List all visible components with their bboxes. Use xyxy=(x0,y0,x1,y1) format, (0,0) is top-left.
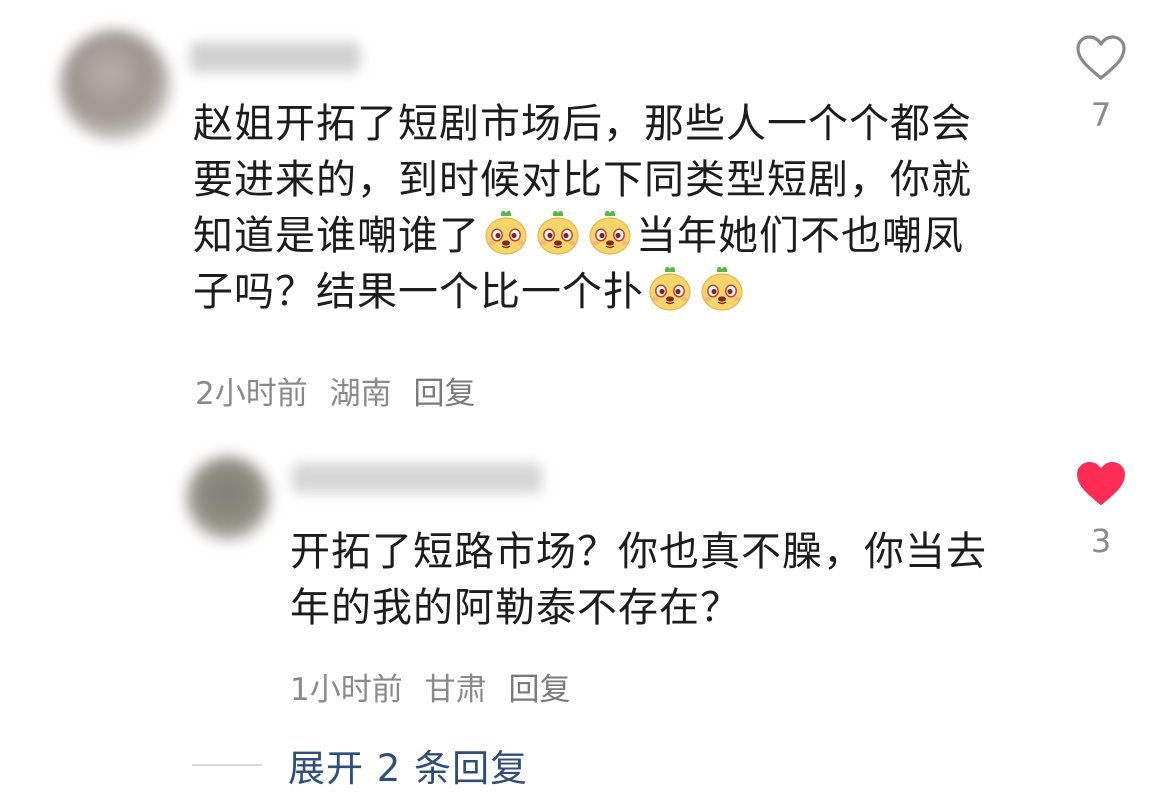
comment-time: 2小时前 xyxy=(195,376,308,412)
comment-text-line: 要进来的，到时候对比下同类型短剧，你就 xyxy=(193,157,972,203)
expand-replies-link[interactable]: 展开 2 条回复 xyxy=(288,747,528,790)
comment-text-segment: 知道是谁嘲谁了 xyxy=(193,213,480,259)
comment-text-line: 知道是谁嘲谁了 当年她们不也嘲凤 xyxy=(193,208,1033,264)
comment-text-line: 子吗？结果一个比一个扑 xyxy=(193,264,1033,320)
reply-text-line: 年的我的阿勒泰不存在？ xyxy=(290,585,741,631)
dog-face-emoji-icon xyxy=(696,266,748,315)
reply-button[interactable]: 回复 xyxy=(413,376,475,412)
like-count: 7 xyxy=(1090,96,1112,134)
comment-meta: 2小时前 湖南 回复 xyxy=(195,368,487,413)
like-button[interactable]: 7 xyxy=(1071,34,1131,134)
username-blurred[interactable] xyxy=(292,463,542,493)
dog-face-emoji-icon xyxy=(644,266,696,315)
like-count: 3 xyxy=(1090,522,1112,560)
reply-text-line: 开拓了短路市场？你也真不臊，你当去 xyxy=(290,529,987,575)
dog-face-emoji-icon xyxy=(584,210,636,259)
reply-text: 开拓了短路市场？你也真不臊，你当去 年的我的阿勒泰不存在？ xyxy=(290,524,1050,636)
comment-text: 赵姐开拓了短剧市场后，那些人一个个都会 要进来的，到时候对比下同类型短剧，你就 … xyxy=(193,96,1033,320)
comment-text-line: 赵姐开拓了短剧市场后，那些人一个个都会 xyxy=(193,101,972,147)
comment-text-segment: 当年她们不也嘲凤 xyxy=(636,213,964,259)
reply-time: 1小时前 xyxy=(290,672,403,708)
reply-button[interactable]: 回复 xyxy=(508,672,570,708)
dog-face-emoji-icon xyxy=(532,210,584,259)
reply-location: 甘肃 xyxy=(424,672,487,708)
heart-outline-icon[interactable] xyxy=(1075,34,1127,82)
reply-meta: 1小时前 甘肃 回复 xyxy=(290,664,582,709)
dog-face-emoji-icon xyxy=(480,210,532,259)
avatar[interactable] xyxy=(186,456,270,540)
like-button[interactable]: 3 xyxy=(1071,460,1131,560)
comment-text-segment: 子吗？结果一个比一个扑 xyxy=(193,269,644,315)
avatar[interactable] xyxy=(60,30,170,140)
username-blurred[interactable] xyxy=(190,42,360,72)
expand-replies[interactable]: 展开 2 条回复 xyxy=(192,738,528,792)
comment-location: 湖南 xyxy=(329,376,392,412)
divider xyxy=(192,764,262,766)
heart-filled-icon[interactable] xyxy=(1075,460,1127,508)
